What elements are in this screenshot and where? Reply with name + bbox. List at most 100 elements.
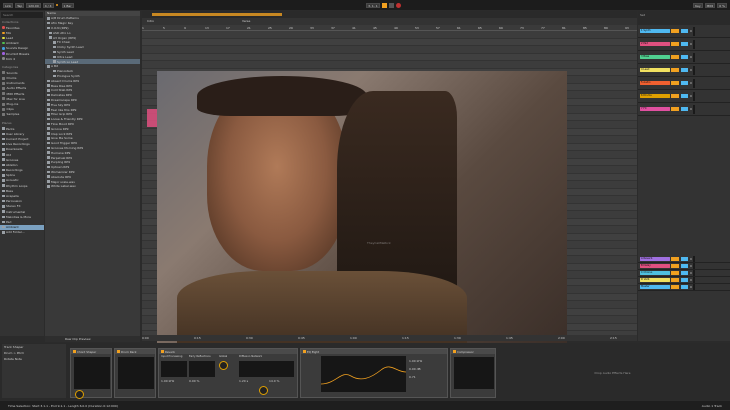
drop-effects-zone[interactable]: Drop Audio Effects Here xyxy=(500,348,725,398)
stop-button[interactable] xyxy=(388,2,394,8)
track-activator-button[interactable] xyxy=(671,55,679,59)
track-volume-value[interactable]: 0 xyxy=(690,42,692,46)
play-button[interactable] xyxy=(381,2,387,8)
locator-strip[interactable]: Intro Verse xyxy=(142,18,637,25)
track-volume-value[interactable]: 0 xyxy=(690,29,692,33)
track-activator-button[interactable] xyxy=(671,278,679,282)
track-lane[interactable] xyxy=(142,31,637,39)
track-name-slot[interactable]: 3 Bass xyxy=(640,55,670,59)
track-solo-button[interactable] xyxy=(681,285,688,289)
raw-preview-bar[interactable]: Raw Clip Preview xyxy=(45,336,140,342)
tempo-field[interactable]: 120.00 xyxy=(26,2,41,8)
collection-item[interactable]: Kick 4 xyxy=(0,56,44,61)
track-name-slot[interactable]: 2 Pad xyxy=(640,42,670,46)
track-activator-button[interactable] xyxy=(671,81,679,85)
metronome-quantize[interactable]: 1 Bar xyxy=(61,2,74,8)
track-solo-button[interactable] xyxy=(681,107,688,111)
track-volume-value[interactable]: 0 xyxy=(690,94,692,98)
mixer-track-row[interactable]: A Reverb 0 xyxy=(638,256,730,263)
mixer-track-row[interactable]: B Delay 0 xyxy=(638,263,730,270)
device-chord-shaper[interactable]: Chord Shaper xyxy=(70,348,112,399)
track-lane[interactable] xyxy=(142,61,637,69)
time-signature-field[interactable]: 4 / 4 xyxy=(42,2,54,8)
track-solo-button[interactable] xyxy=(681,278,688,282)
dry-wet-knob[interactable] xyxy=(259,386,268,395)
track-solo-button[interactable] xyxy=(681,257,688,261)
eq-display[interactable] xyxy=(320,356,407,392)
device-on-toggle[interactable] xyxy=(116,350,120,353)
track-volume-value[interactable]: 0 xyxy=(690,81,692,85)
track-activator-button[interactable] xyxy=(671,285,679,289)
mixer-track-row[interactable]: 6 Drums 0 xyxy=(638,90,730,103)
device-reverb[interactable]: Reverb Input Processing Early Reflection… xyxy=(158,348,298,398)
metronome-icon[interactable] xyxy=(55,3,58,7)
track-solo-button[interactable] xyxy=(681,68,688,72)
track-activator-button[interactable] xyxy=(671,257,679,261)
mixer-track-row[interactable]: Master 0 xyxy=(638,284,730,291)
track-volume-value[interactable]: 0 xyxy=(690,55,692,59)
track-solo-button[interactable] xyxy=(681,94,688,98)
midi-map-button[interactable]: MIDI xyxy=(704,2,716,8)
device-eq-eight[interactable]: EQ Eight 1.00 kHz 0.00 dB 0.71 xyxy=(300,348,448,398)
track-lane[interactable] xyxy=(142,53,637,61)
track-activator-button[interactable] xyxy=(671,29,679,33)
eq-freq-value[interactable]: 1.00 kHz xyxy=(409,359,422,363)
track-activator-button[interactable] xyxy=(671,271,679,275)
track-name-slot[interactable]: 1 Synth xyxy=(640,29,670,33)
track-activator-button[interactable] xyxy=(671,264,679,268)
eq-q-value[interactable]: 0.71 xyxy=(409,375,416,379)
track-solo-button[interactable] xyxy=(681,55,688,59)
file-item[interactable]: White Label.wav xyxy=(45,184,140,189)
track-name-slot[interactable]: 6 Drums xyxy=(640,94,670,98)
track-name-slot[interactable]: 5 Audio xyxy=(640,81,670,85)
shape-knob[interactable] xyxy=(75,390,84,399)
track-solo-button[interactable] xyxy=(681,42,688,46)
track-volume-value[interactable]: 0 xyxy=(690,285,692,289)
position-field[interactable]: 3. 1. 1 xyxy=(366,2,380,8)
category-item[interactable]: Samples xyxy=(0,112,44,117)
device-on-toggle[interactable] xyxy=(302,350,306,353)
eq-gain-value[interactable]: 0.00 dB xyxy=(409,367,421,371)
track-name-slot[interactable]: D Verb xyxy=(640,278,670,282)
track-name-slot[interactable]: C Chorus xyxy=(640,271,670,275)
marker-verse[interactable]: Verse xyxy=(242,19,250,23)
track-volume-value[interactable]: 0 xyxy=(690,257,692,261)
track-volume-value[interactable]: 0 xyxy=(690,264,692,268)
track-activator-button[interactable] xyxy=(671,42,679,46)
device-drum-rack[interactable]: Drum Rack xyxy=(114,348,156,398)
loop-brace[interactable] xyxy=(152,13,282,16)
link-button[interactable]: Link xyxy=(3,2,14,8)
track-solo-button[interactable] xyxy=(681,29,688,33)
mixer-track-row[interactable]: 4 Lead 0 xyxy=(638,64,730,77)
track-name-slot[interactable]: Master xyxy=(640,285,670,289)
track-volume-value[interactable]: 0 xyxy=(690,278,692,282)
track-lane[interactable] xyxy=(142,46,637,54)
mixer-track-row[interactable]: 5 Audio 0 xyxy=(638,77,730,90)
mixer-track-row[interactable]: 3 Bass 0 xyxy=(638,51,730,64)
track-name-slot[interactable]: A Reverb xyxy=(640,257,670,261)
time-ruler[interactable]: 0:00 0:15 0:30 0:45 1:00 1:15 1:30 1:45 2:00 2:15 xyxy=(142,335,637,341)
track-lane[interactable] xyxy=(142,38,637,46)
track-volume-value[interactable]: 0 xyxy=(690,107,692,111)
track-name-slot[interactable]: 7 FX xyxy=(640,107,670,111)
track-volume-value[interactable]: 0 xyxy=(690,271,692,275)
mixer-track-row[interactable]: 2 Pad 0 xyxy=(638,38,730,51)
track-name-slot[interactable]: B Delay xyxy=(640,264,670,268)
mixer-track-row[interactable]: 1 Synth 0 xyxy=(638,25,730,38)
mixer-track-row[interactable]: 7 FX 0 xyxy=(638,103,730,116)
marker-intro[interactable]: Intro xyxy=(147,19,154,23)
track-solo-button[interactable] xyxy=(681,271,688,275)
track-solo-button[interactable] xyxy=(681,264,688,268)
device-compressor[interactable]: Compressor xyxy=(450,348,496,398)
arrangement-view[interactable]: Intro Verse 1 5 9 13 17 21 25 29 33 37 41 45 49 53 57 6… xyxy=(142,11,637,351)
track-volume-value[interactable]: 0 xyxy=(690,68,692,72)
track-name-slot[interactable]: 4 Lead xyxy=(640,68,670,72)
track-activator-button[interactable] xyxy=(671,107,679,111)
device-on-toggle[interactable] xyxy=(72,350,76,353)
device-list-item[interactable]: Rotate Note xyxy=(2,356,66,362)
device-on-toggle[interactable] xyxy=(160,350,164,353)
track-solo-button[interactable] xyxy=(681,81,688,85)
mixer-track-row[interactable]: C Chorus 0 xyxy=(638,270,730,277)
place-item[interactable]: Add Folder... xyxy=(0,230,44,235)
tap-tempo-button[interactable]: Tap xyxy=(15,2,25,8)
